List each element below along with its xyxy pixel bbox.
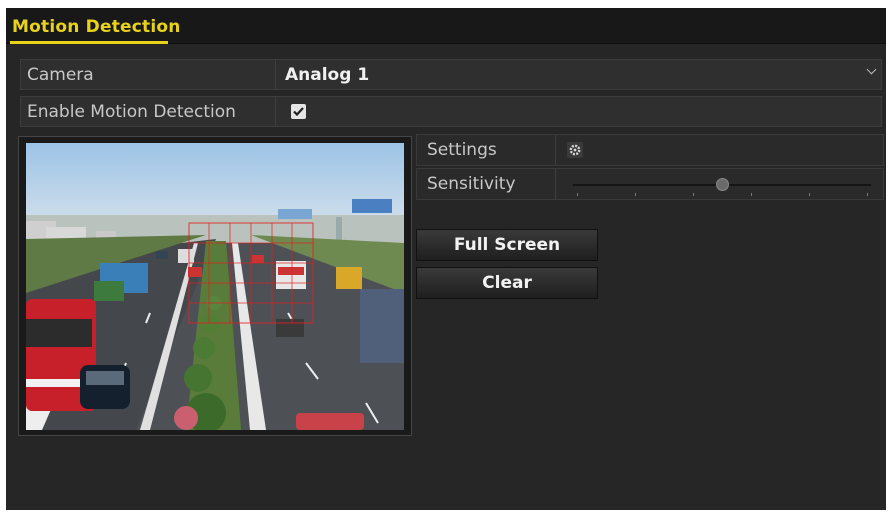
camera-select[interactable]: Camera Analog 1 <box>20 59 882 90</box>
gear-icon <box>569 144 581 156</box>
clear-button[interactable]: Clear <box>416 267 598 299</box>
full-screen-button[interactable]: Full Screen <box>416 229 598 261</box>
slider-tick <box>577 193 578 196</box>
highway-scene-image <box>26 143 404 430</box>
divider <box>555 169 556 199</box>
page-title: Motion Detection <box>12 17 181 37</box>
enable-motion-checkbox[interactable] <box>291 104 306 119</box>
sensitivity-label: Sensitivity <box>427 174 516 194</box>
title-underline <box>10 41 168 44</box>
enable-motion-row: Enable Motion Detection <box>20 96 882 127</box>
checkmark-icon <box>293 107 304 117</box>
enable-motion-label: Enable Motion Detection <box>27 102 236 122</box>
divider <box>275 97 276 126</box>
settings-label: Settings <box>427 140 497 160</box>
slider-tick <box>635 193 636 196</box>
camera-label: Camera <box>27 65 94 85</box>
divider <box>555 135 556 165</box>
slider-tick <box>751 193 752 196</box>
sensitivity-slider-thumb[interactable] <box>716 178 729 191</box>
camera-value: Analog 1 <box>285 65 370 85</box>
divider <box>275 60 276 89</box>
chevron-down-icon[interactable] <box>866 64 877 75</box>
motion-detection-panel: Motion Detection Camera Analog 1 Enable … <box>6 8 886 510</box>
slider-tick <box>693 193 694 196</box>
video-frame <box>18 136 412 436</box>
slider-tick <box>809 193 810 196</box>
slider-tick <box>867 193 868 196</box>
settings-button[interactable] <box>567 142 583 158</box>
camera-preview[interactable] <box>26 143 404 430</box>
sensitivity-row: Sensitivity <box>416 168 884 200</box>
title-bar: Motion Detection <box>6 8 886 44</box>
settings-row: Settings <box>416 134 884 166</box>
